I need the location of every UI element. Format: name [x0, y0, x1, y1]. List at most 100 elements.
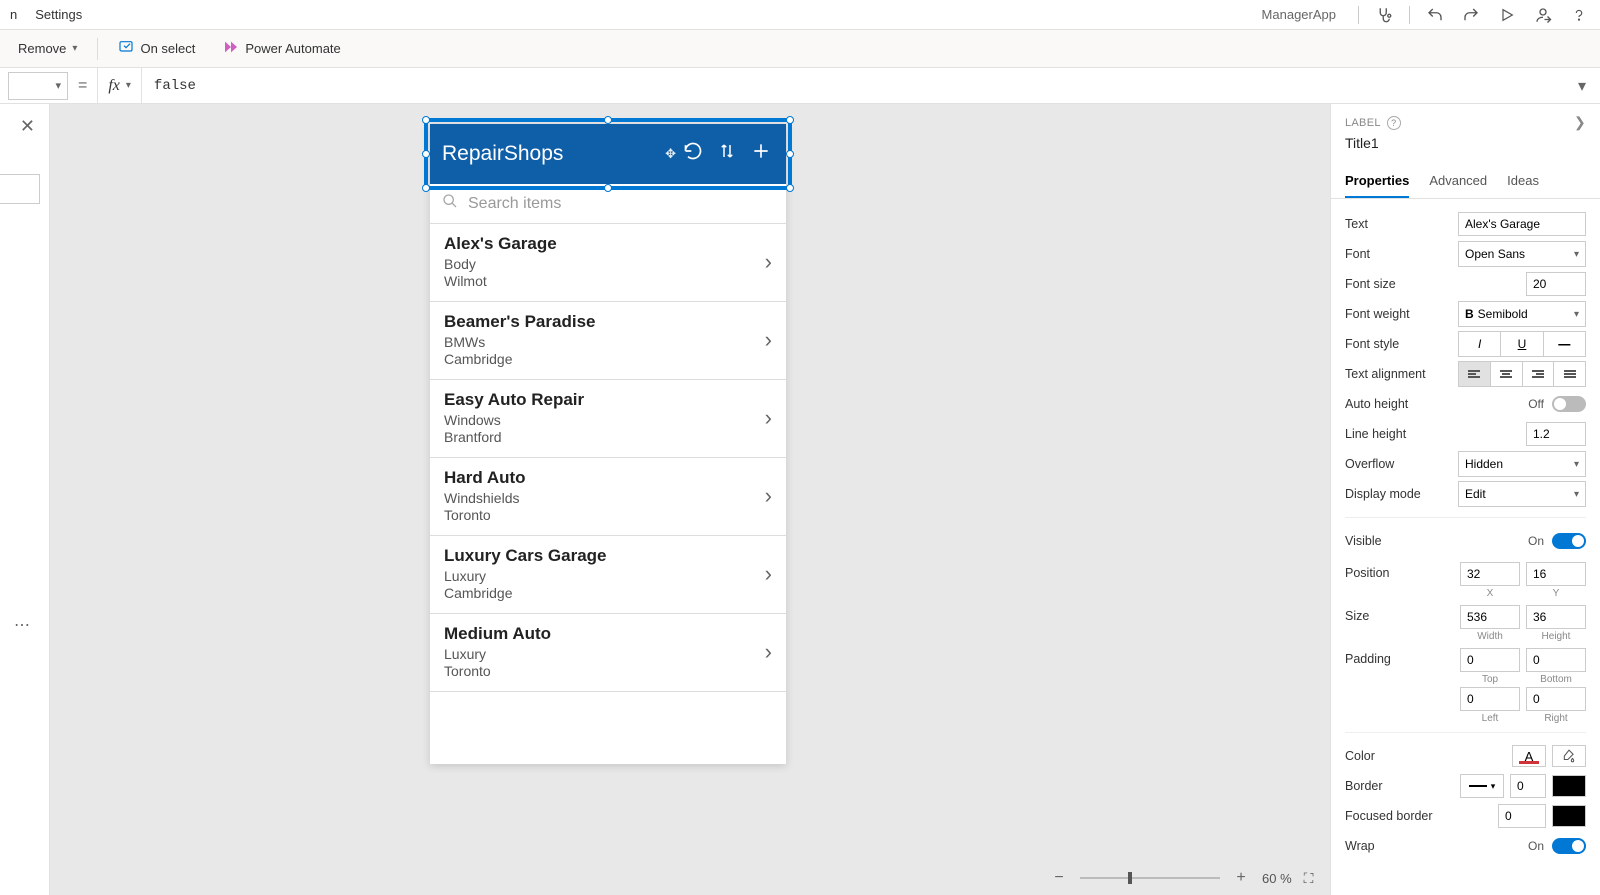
size-width-input[interactable] — [1460, 605, 1520, 629]
item-subtitle: Luxury — [444, 568, 765, 584]
list-item[interactable]: Luxury Cars GarageLuxuryCambridge› — [430, 536, 786, 614]
expand-formula-icon[interactable]: ▾ — [1564, 76, 1600, 96]
prop-label-font-style: Font style — [1345, 337, 1458, 351]
list-item[interactable]: Medium AutoLuxuryToronto› — [430, 614, 786, 692]
list-item[interactable]: Alex's GarageBodyWilmot› — [430, 224, 786, 302]
refresh-icon[interactable] — [676, 141, 710, 167]
canvas[interactable]: RepairShops ✥ Search items Alex's Garage… — [50, 104, 1330, 895]
list-item[interactable]: Hard AutoWindshieldsToronto› — [430, 458, 786, 536]
zoom-slider[interactable] — [1080, 877, 1220, 879]
redo-icon[interactable] — [1460, 4, 1482, 26]
fill-color-button[interactable] — [1552, 745, 1586, 767]
align-left-button[interactable] — [1458, 361, 1491, 387]
italic-button[interactable]: I — [1458, 331, 1501, 357]
focused-border-width-input[interactable] — [1498, 804, 1546, 828]
power-automate-button[interactable]: Power Automate — [215, 35, 348, 62]
border-style-select[interactable]: ▾ — [1460, 774, 1504, 798]
underline-button[interactable]: U — [1500, 331, 1543, 357]
resize-handle[interactable] — [786, 150, 794, 158]
padding-bottom-input[interactable] — [1526, 648, 1586, 672]
help-icon[interactable] — [1568, 4, 1590, 26]
font-select[interactable]: Open Sans▾ — [1458, 241, 1586, 267]
padding-right-input[interactable] — [1526, 687, 1586, 711]
remove-button[interactable]: Remove ▾ — [10, 37, 85, 60]
zoom-in-button[interactable]: + — [1232, 869, 1250, 887]
health-check-icon[interactable] — [1373, 4, 1395, 26]
border-color-swatch[interactable] — [1552, 775, 1586, 797]
display-mode-select[interactable]: Edit▾ — [1458, 481, 1586, 507]
play-icon[interactable] — [1496, 4, 1518, 26]
chevron-right-icon[interactable]: › — [765, 561, 772, 587]
resize-handle[interactable] — [422, 150, 430, 158]
chevron-right-icon[interactable]: › — [765, 249, 772, 275]
item-location: Brantford — [444, 429, 765, 445]
resize-handle[interactable] — [786, 116, 794, 124]
padding-top-input[interactable] — [1460, 648, 1520, 672]
visible-toggle[interactable] — [1552, 533, 1586, 549]
tab-advanced[interactable]: Advanced — [1429, 165, 1487, 198]
position-y-input[interactable] — [1526, 562, 1586, 586]
move-cursor-icon: ✥ — [665, 146, 676, 162]
chevron-right-icon[interactable]: › — [765, 483, 772, 509]
formula-input[interactable]: false — [142, 78, 1564, 94]
on-select-button[interactable]: On select — [110, 35, 203, 62]
more-icon[interactable]: ⋯ — [14, 615, 30, 635]
resize-handle[interactable] — [422, 116, 430, 124]
undo-icon[interactable] — [1424, 4, 1446, 26]
menu-item-settings[interactable]: Settings — [35, 7, 82, 22]
align-right-button[interactable] — [1522, 361, 1555, 387]
tab-ideas[interactable]: Ideas — [1507, 165, 1539, 198]
info-icon[interactable]: ? — [1387, 116, 1401, 130]
chevron-right-icon[interactable]: › — [765, 405, 772, 431]
align-justify-button[interactable] — [1553, 361, 1586, 387]
app-header[interactable]: RepairShops ✥ — [430, 124, 786, 184]
border-width-input[interactable] — [1510, 774, 1546, 798]
font-size-input[interactable] — [1526, 272, 1586, 296]
padding-left-input[interactable] — [1460, 687, 1520, 711]
close-icon[interactable]: ✕ — [20, 116, 35, 137]
search-row[interactable]: Search items — [430, 184, 786, 224]
line-height-input[interactable] — [1526, 422, 1586, 446]
item-name: Alex's Garage — [444, 234, 765, 254]
resize-handle[interactable] — [604, 116, 612, 124]
fit-to-screen-icon[interactable]: ⛶ — [1304, 870, 1314, 887]
item-subtitle: BMWs — [444, 334, 765, 350]
resize-handle[interactable] — [786, 184, 794, 192]
prop-label-focused-border: Focused border — [1345, 809, 1498, 823]
overflow-select[interactable]: Hidden▾ — [1458, 451, 1586, 477]
wrap-toggle[interactable] — [1552, 838, 1586, 854]
focused-border-color-swatch[interactable] — [1552, 805, 1586, 827]
workspace: ✕ ⋯ RepairShops ✥ — [0, 104, 1600, 895]
list-item[interactable]: Beamer's ParadiseBMWsCambridge› — [430, 302, 786, 380]
text-alignment-group — [1458, 361, 1586, 387]
add-icon[interactable] — [744, 141, 778, 167]
sort-icon[interactable] — [710, 142, 744, 166]
chevron-right-icon[interactable]: ❯ — [1574, 114, 1586, 131]
prop-label-font-weight: Font weight — [1345, 307, 1458, 321]
strikethrough-button[interactable]: — — [1543, 331, 1586, 357]
position-x-input[interactable] — [1460, 562, 1520, 586]
property-selector[interactable]: ▾ — [8, 72, 68, 100]
fx-button[interactable]: fx ▾ — [97, 68, 142, 103]
align-center-button[interactable] — [1490, 361, 1523, 387]
menu-item[interactable]: n — [10, 7, 17, 22]
resize-handle[interactable] — [422, 184, 430, 192]
font-weight-select[interactable]: BSemibold▾ — [1458, 301, 1586, 327]
tab-properties[interactable]: Properties — [1345, 165, 1409, 198]
share-icon[interactable] — [1532, 4, 1554, 26]
formula-bar: ▾ = fx ▾ false ▾ — [0, 68, 1600, 104]
font-color-button[interactable]: A — [1512, 745, 1546, 767]
auto-height-toggle[interactable] — [1552, 396, 1586, 412]
chevron-right-icon[interactable]: › — [765, 639, 772, 665]
tree-panel: ✕ ⋯ — [0, 104, 50, 895]
zoom-out-button[interactable]: − — [1050, 869, 1068, 887]
sublabel: Top — [1482, 674, 1498, 685]
text-input[interactable] — [1458, 212, 1586, 236]
zoom-thumb[interactable] — [1128, 872, 1132, 884]
toolbar: Remove ▾ On select Power Automate — [0, 30, 1600, 68]
tree-search-input[interactable] — [0, 174, 40, 204]
chevron-right-icon[interactable]: › — [765, 327, 772, 353]
divider — [1358, 6, 1359, 24]
size-height-input[interactable] — [1526, 605, 1586, 629]
list-item[interactable]: Easy Auto RepairWindowsBrantford› — [430, 380, 786, 458]
